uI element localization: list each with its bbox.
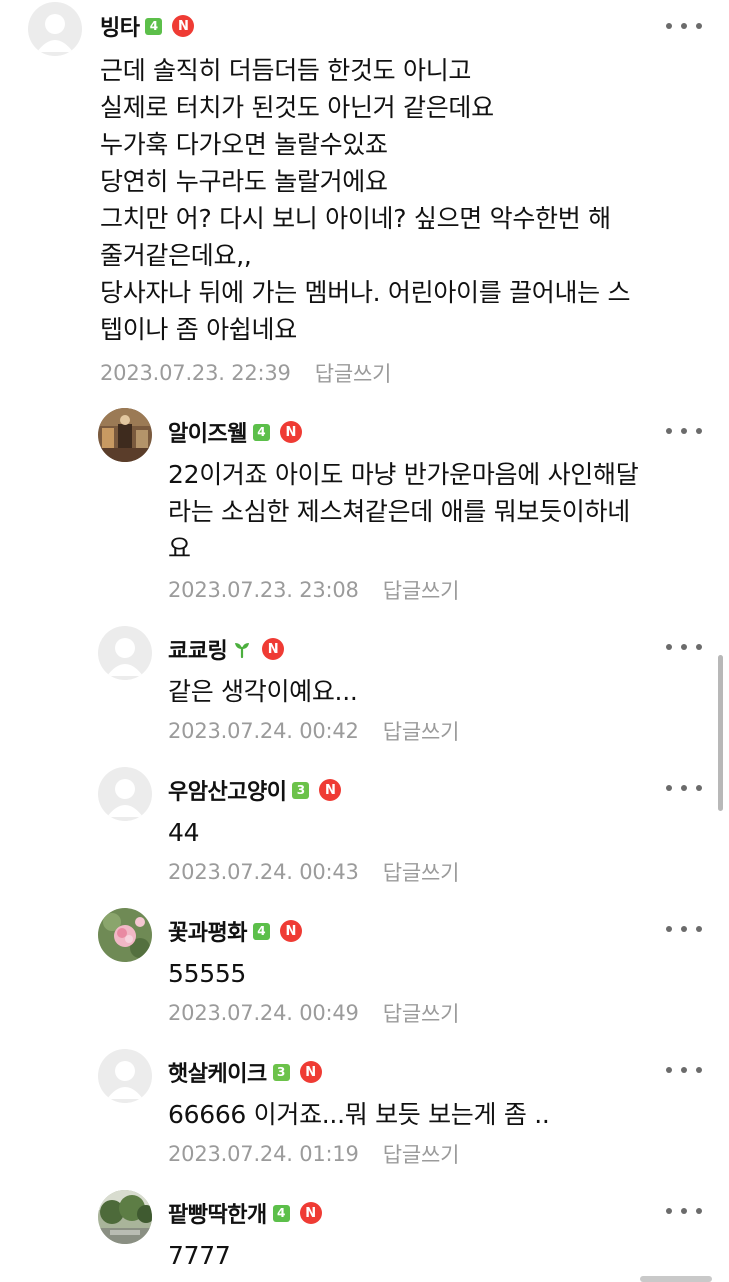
timestamp: 2023.07.23. 23:08 [168,578,359,602]
comment-text: 같은 생각이예요... [168,677,358,706]
level-badge-icon: 4 [252,922,270,940]
naver-badge-icon: N [279,920,302,942]
level-badge-icon: 4 [145,17,163,35]
avatar-landscape[interactable] [98,1190,152,1244]
naver-badge-icon: N [299,1061,322,1083]
comment-text: 66666 이거죠...뭐 보듯 보는게 좀 .. [168,1100,550,1129]
level-badge-icon: 3 [272,1063,290,1081]
scrollbar[interactable] [718,655,723,811]
naver-badge-icon: N [299,1202,322,1224]
avatar-default[interactable] [98,767,152,821]
comment-author: 알이즈웰 4 N [168,415,302,449]
more-options-icon[interactable] [666,1060,702,1080]
comment-author: 쿄쿄링 N [168,632,285,666]
timestamp: 2023.07.24. 00:43 [168,860,359,884]
avatar-flower[interactable] [98,908,152,962]
comment-meta: 2023.07.24. 00:42 답글쓰기 [168,716,459,746]
comment-author: 꽃과평화 4 N [168,914,302,948]
avatar-default[interactable] [28,2,82,56]
comment-author: 햇살케이크 3 N [168,1055,322,1089]
comment-author: 팥빵딱한개 4 N [168,1196,322,1230]
comment-text: 근데 솔직히 더듬더듬 한것도 아니고 실제로 터치가 된것도 아닌거 같은데요… [100,56,631,344]
reply-button[interactable]: 답글쓰기 [383,857,460,887]
comment-text: 44 [168,818,200,847]
nickname[interactable]: 알이즈웰 [168,416,247,448]
nickname[interactable]: 빙타 [100,10,140,42]
more-options-icon[interactable] [666,778,702,798]
level-badge-icon: 4 [252,423,270,441]
reply-button[interactable]: 답글쓰기 [315,358,392,388]
timestamp: 2023.07.24. 00:49 [168,1001,359,1025]
timestamp: 2023.07.24. 00:42 [168,719,359,743]
more-options-icon[interactable] [666,919,702,939]
reply-button[interactable]: 답글쓰기 [383,1139,460,1169]
nickname[interactable]: 쿄쿄링 [168,633,228,665]
reply-button[interactable]: 답글쓰기 [383,998,460,1028]
avatar-default[interactable] [98,1049,152,1103]
more-options-icon[interactable] [666,421,702,441]
nickname[interactable]: 우암산고양이 [168,774,287,806]
reply-button[interactable]: 답글쓰기 [383,716,460,746]
comment-meta: 2023.07.23. 23:08 답글쓰기 [168,575,459,605]
naver-badge-icon: N [319,779,342,801]
more-options-icon[interactable] [666,637,702,657]
home-indicator [640,1276,712,1282]
nickname[interactable]: 햇살케이크 [168,1056,267,1088]
level-badge-icon: 4 [272,1204,290,1222]
comment-meta: 2023.07.24. 00:49 답글쓰기 [168,998,459,1028]
comment-text: 7777 [168,1241,231,1270]
timestamp: 2023.07.23. 22:39 [100,361,291,385]
avatar-default[interactable] [98,626,152,680]
comment-meta: 2023.07.24. 00:43 답글쓰기 [168,857,459,887]
nickname[interactable]: 팥빵딱한개 [168,1197,267,1229]
comment-meta: 2023.07.24. 01:19 답글쓰기 [168,1139,459,1169]
naver-badge-icon: N [262,638,285,660]
naver-badge-icon: N [172,15,195,37]
avatar-photo[interactable] [98,408,152,462]
comment-meta: 2023.07.23. 22:39 답글쓰기 [100,358,391,388]
comment-text: 55555 [168,959,247,988]
comment-author: 우암산고양이 3 N [168,773,342,807]
more-options-icon[interactable] [666,1201,702,1221]
timestamp: 2023.07.24. 01:19 [168,1142,359,1166]
comment-text: 22이거죠 아이도 마냥 반가운마음에 사인해달 라는 소심한 제스쳐같은데 애… [168,460,639,563]
sprout-level-icon [235,643,250,659]
comment-author: 빙타 4 N [100,9,195,43]
nickname[interactable]: 꽃과평화 [168,915,247,947]
naver-badge-icon: N [279,421,302,443]
more-options-icon[interactable] [666,16,702,36]
reply-button[interactable]: 답글쓰기 [383,575,460,605]
level-badge-icon: 3 [292,781,310,799]
